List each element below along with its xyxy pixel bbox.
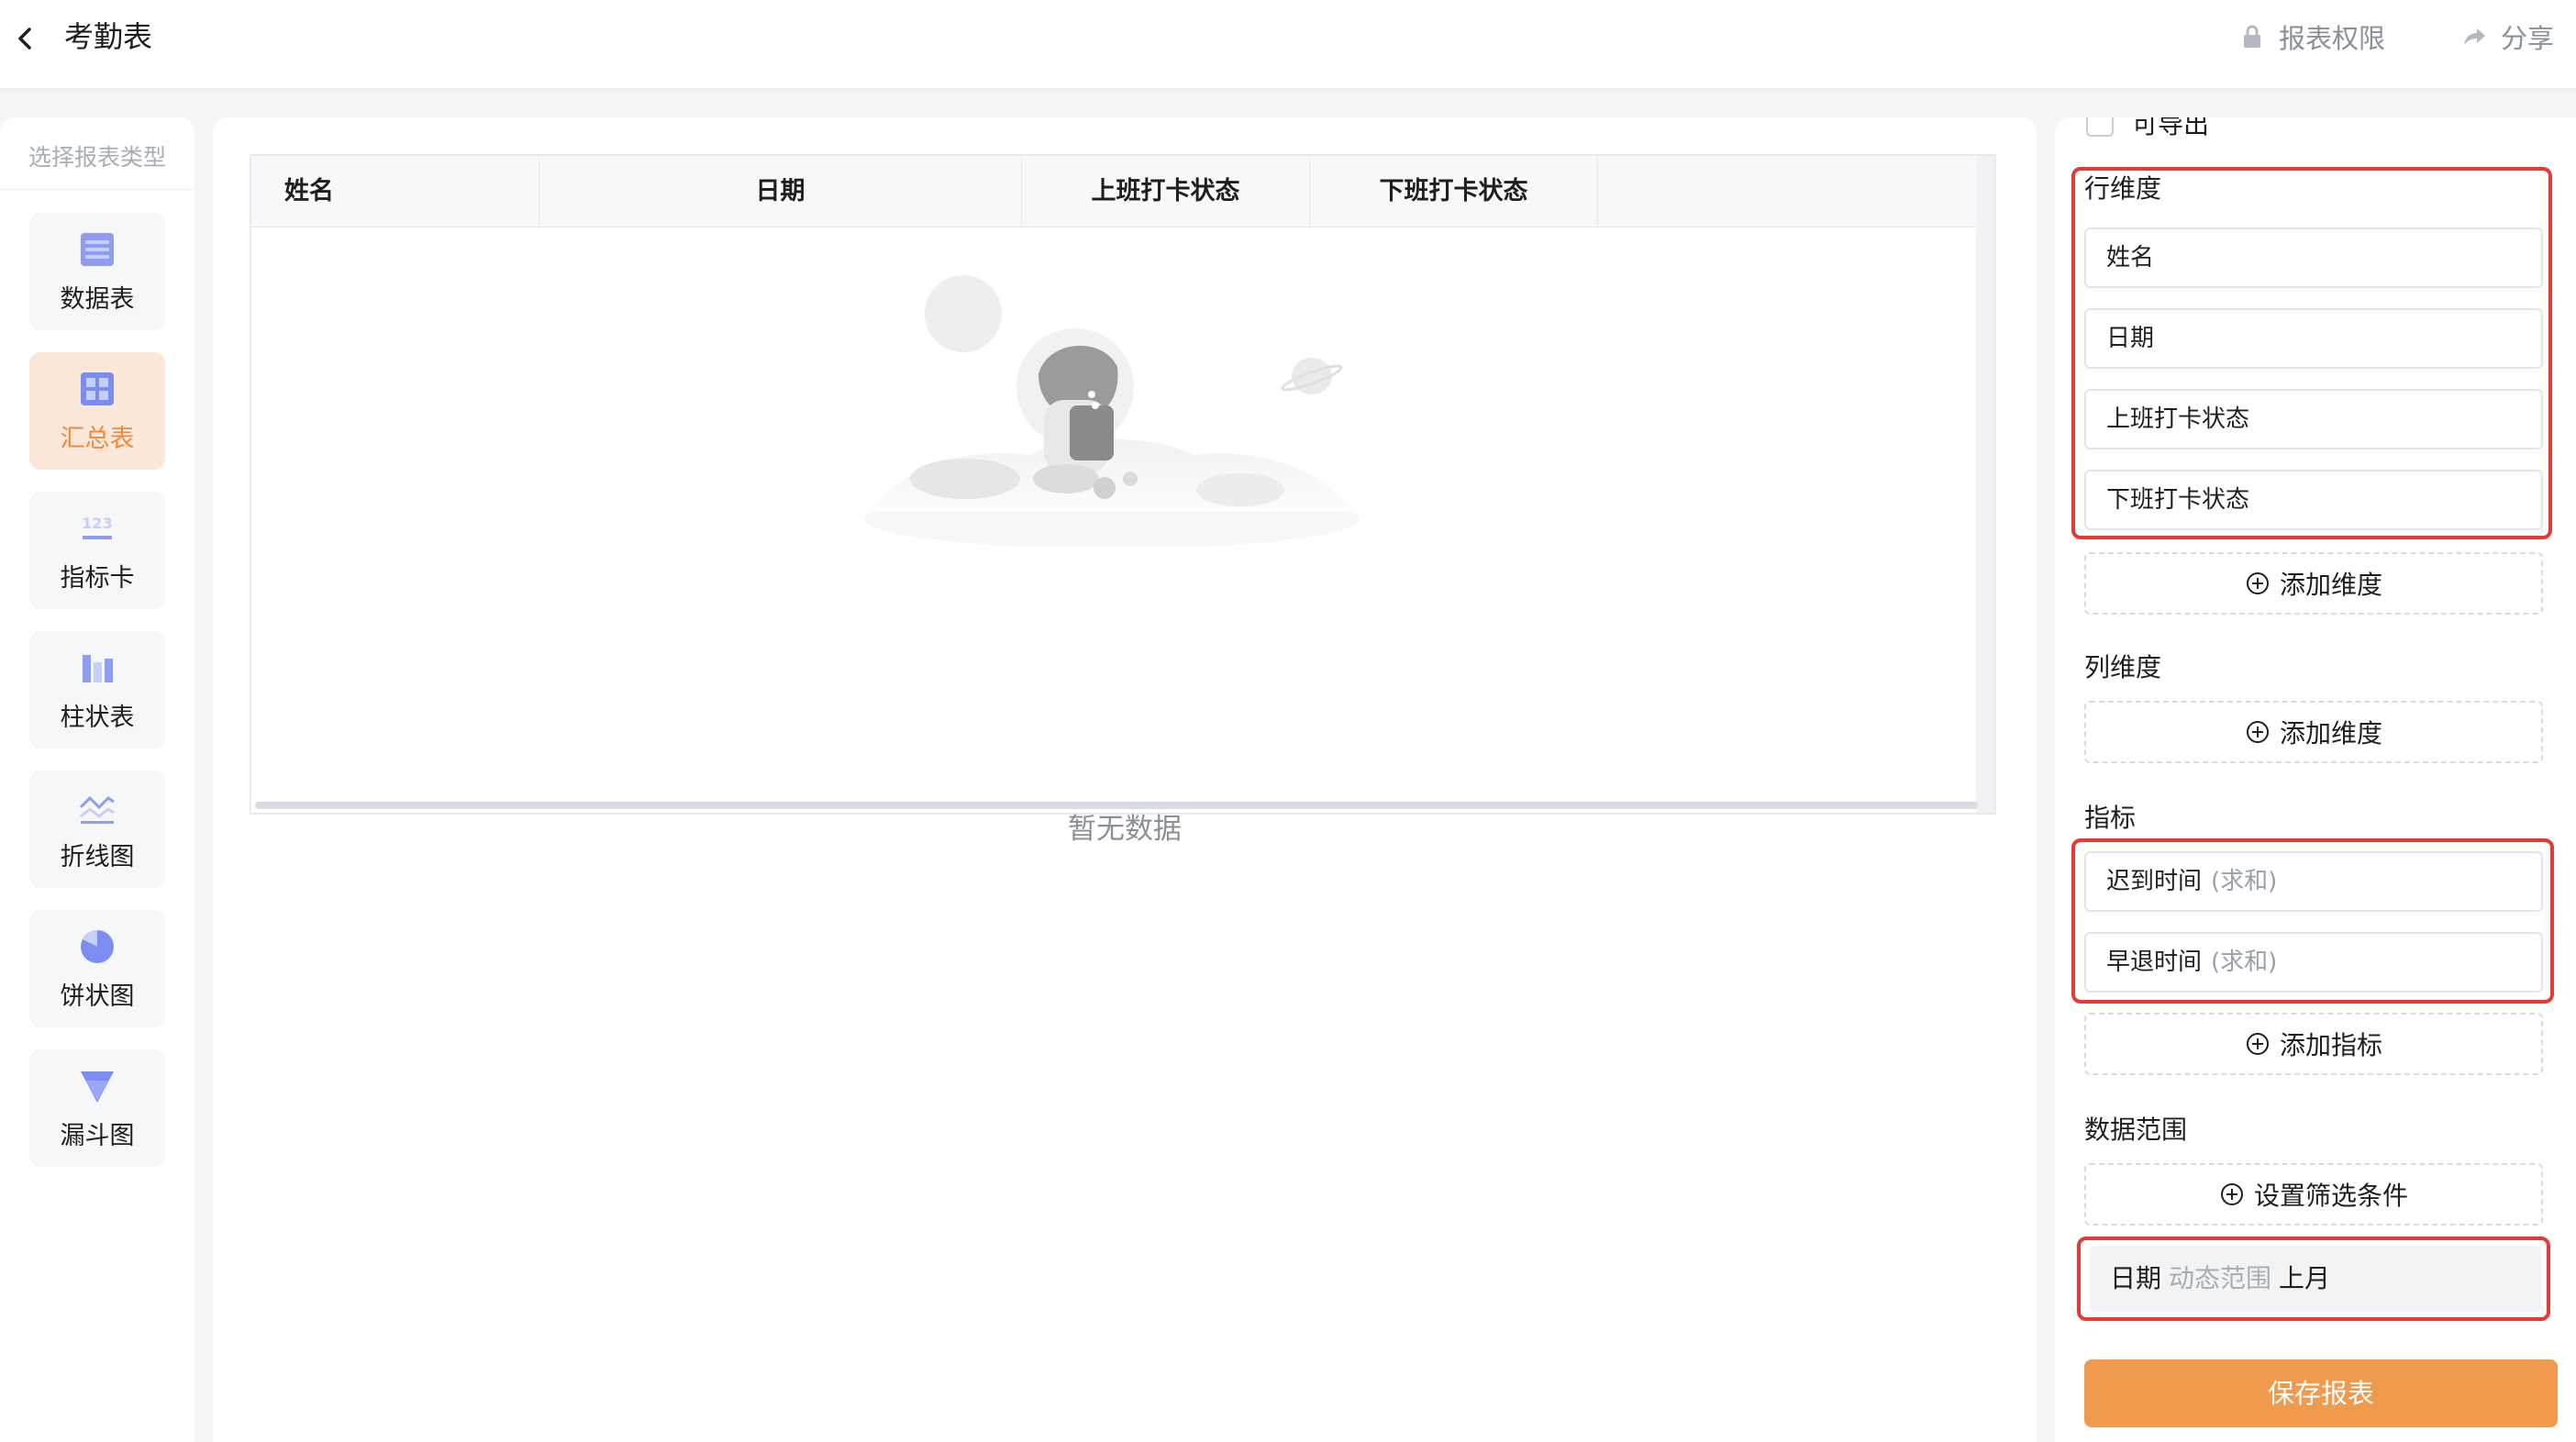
report-type-label: 漏斗图: [60, 1121, 135, 1150]
set-filter-button[interactable]: 设置筛选条件: [2084, 1163, 2543, 1226]
sidebar-title: 选择报表类型: [28, 144, 166, 171]
metric-card-icon: 123: [82, 515, 113, 539]
set-filter-label: 设置筛选条件: [2253, 1181, 2408, 1211]
metric-name: 迟到时间: [2106, 868, 2203, 895]
empty-state-text: 暂无数据: [1068, 813, 1182, 846]
row-dimension-label: 行维度: [2084, 173, 2162, 204]
report-type-bar-chart[interactable]: 柱状表: [29, 631, 165, 749]
report-type-label: 饼状图: [60, 982, 135, 1011]
report-type-line-chart[interactable]: 折线图: [29, 771, 165, 888]
column-dimension-label: 列维度: [2084, 652, 2162, 682]
share-button[interactable]: 分享: [2460, 15, 2554, 59]
share-label: 分享: [2501, 23, 2555, 54]
report-type-label: 数据表: [60, 284, 135, 314]
plus-circle-icon: [2220, 1183, 2243, 1205]
svg-text:123: 123: [82, 515, 112, 532]
filter-field: 日期: [2110, 1263, 2162, 1293]
report-permission-label: 报表权限: [2279, 23, 2386, 54]
plus-circle-icon: [2246, 572, 2269, 594]
report-type-funnel-chart[interactable]: 漏斗图: [29, 1049, 165, 1167]
exportable-option[interactable]: 可导出: [2086, 117, 2209, 141]
metric-aggregation: (求和): [2211, 948, 2278, 976]
report-type-label: 汇总表: [60, 424, 135, 453]
metric-aggregation: (求和): [2211, 868, 2278, 895]
row-dimension-field[interactable]: 下班打卡状态: [2084, 470, 2543, 530]
vertical-scrollbar[interactable]: [1976, 156, 1994, 813]
report-preview: 姓名 日期 上班打卡状态 下班打卡状态 暂无数据: [213, 117, 2037, 1442]
row-dimension-field[interactable]: 上班打卡状态: [2084, 389, 2543, 449]
table-header: 姓名 日期 上班打卡状态 下班打卡状态: [251, 156, 1980, 227]
report-permission-button[interactable]: 报表权限: [2238, 15, 2385, 59]
add-metric-button[interactable]: 添加指标: [2084, 1013, 2543, 1075]
row-dimension-field[interactable]: 姓名: [2084, 227, 2543, 288]
report-type-pie-chart[interactable]: 饼状图: [29, 910, 165, 1027]
plus-circle-icon: [2246, 1033, 2269, 1055]
empty-state-astronaut-icon: [864, 275, 1360, 547]
share-icon: [2464, 28, 2485, 45]
report-type-summary[interactable]: 汇总表: [29, 352, 165, 470]
top-header: 考勤表 报表权限 分享: [0, 0, 2576, 88]
bar-chart-icon: [83, 654, 113, 682]
row-dimension-field[interactable]: 日期: [2084, 308, 2543, 369]
add-column-dimension-label: 添加维度: [2279, 718, 2382, 749]
date-filter-condition[interactable]: 日期 动态范围 上月: [2090, 1246, 2541, 1312]
column-header[interactable]: 下班打卡状态: [1310, 156, 1598, 227]
report-config-panel: 可导出 行维度 姓名 日期 上班打卡状态 下班打卡状态 添加维度 列维度 添加维…: [2055, 117, 2576, 1442]
add-row-dimension-label: 添加维度: [2279, 570, 2382, 600]
filter-value: 上月: [2279, 1263, 2331, 1293]
metric-field[interactable]: 早退时间 (求和): [2084, 932, 2543, 993]
report-type-sidebar: 选择报表类型 数据表 汇总表 123 指标卡 柱状表 折线图 饼状图 漏斗图: [0, 117, 194, 1442]
back-arrow-icon[interactable]: [7, 20, 44, 57]
summary-table-icon: [81, 372, 114, 405]
plus-circle-icon: [2246, 721, 2269, 743]
add-row-dimension-button[interactable]: 添加维度: [2084, 552, 2543, 615]
funnel-chart-icon: [81, 1070, 114, 1103]
pie-chart-icon: [81, 929, 114, 963]
report-type-metric-card[interactable]: 123 指标卡: [29, 492, 165, 609]
column-header[interactable]: 日期: [539, 156, 1022, 227]
exportable-label: 可导出: [2132, 117, 2210, 139]
exportable-checkbox[interactable]: [2086, 117, 2114, 137]
metric-name: 早退时间: [2106, 948, 2203, 976]
filter-mode: 动态范围: [2169, 1263, 2272, 1293]
lock-icon: [2244, 25, 2260, 48]
column-header[interactable]: 姓名: [251, 156, 539, 227]
add-column-dimension-button[interactable]: 添加维度: [2084, 701, 2543, 763]
metrics-label: 指标: [2084, 803, 2137, 833]
sidebar-divider: [0, 189, 194, 190]
table-icon: [81, 232, 114, 266]
report-type-table[interactable]: 数据表: [29, 213, 165, 330]
data-range-label: 数据范围: [2084, 1115, 2188, 1145]
column-header[interactable]: 上班打卡状态: [1022, 156, 1310, 227]
metric-field[interactable]: 迟到时间 (求和): [2084, 851, 2543, 912]
report-type-label: 柱状表: [60, 703, 135, 732]
add-metric-label: 添加指标: [2279, 1030, 2382, 1060]
save-report-button[interactable]: 保存报表: [2084, 1359, 2558, 1427]
line-chart-icon: [79, 795, 115, 824]
report-type-label: 指标卡: [60, 563, 135, 593]
page-title: 考勤表: [64, 19, 153, 54]
report-type-label: 折线图: [60, 842, 135, 871]
